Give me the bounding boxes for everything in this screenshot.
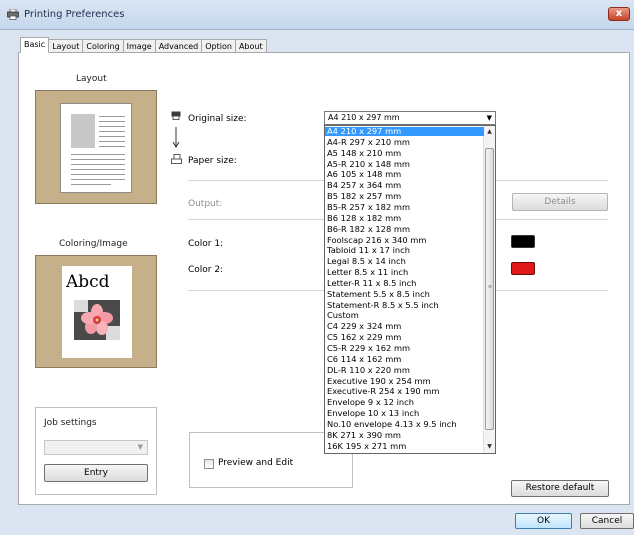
color-sample-card: Abcd	[62, 266, 132, 358]
color2-swatch[interactable]	[511, 262, 535, 275]
job-settings-label: Job settings	[44, 418, 97, 428]
dropdown-scrollbar[interactable]: ▲ ≡ ▼	[483, 126, 495, 453]
coloring-image-heading: Coloring/Image	[59, 239, 128, 249]
paper-size-label: Paper size:	[188, 156, 237, 166]
dropdown-option[interactable]: C4 229 x 324 mm	[325, 322, 484, 331]
dropdown-option[interactable]: Statement-R 8.5 x 5.5 inch	[325, 301, 484, 310]
dropdown-option[interactable]: Executive-R 254 x 190 mm	[325, 387, 484, 396]
scroll-up-icon[interactable]: ▲	[484, 126, 495, 138]
dropdown-option[interactable]: Tabloid 11 x 17 inch	[325, 246, 484, 255]
chevron-down-icon: ▼	[486, 114, 492, 122]
preview-edit-checkbox[interactable]	[204, 459, 214, 469]
dropdown-option[interactable]: Custom	[325, 311, 484, 320]
tab-bar: Basic Layout Coloring Image Advanced Opt…	[20, 37, 267, 53]
dropdown-option[interactable]: Foolscap 216 x 340 mm	[325, 236, 484, 245]
dropdown-option[interactable]: Letter-R 11 x 8.5 inch	[325, 279, 484, 288]
dropdown-option[interactable]: B5-R 257 x 182 mm	[325, 203, 484, 212]
output-label: Output:	[188, 199, 223, 209]
dropdown-option[interactable]: B4 257 x 364 mm	[325, 181, 484, 190]
ok-button[interactable]: OK	[515, 513, 572, 529]
color1-label: Color 1:	[188, 239, 224, 249]
dropdown-option[interactable]: 16K 195 x 271 mm	[325, 442, 484, 451]
page-thumbnail	[60, 103, 132, 193]
dropdown-option[interactable]: Executive 190 x 254 mm	[325, 377, 484, 386]
dropdown-option[interactable]: B6-R 182 x 128 mm	[325, 225, 484, 234]
dropdown-option[interactable]: A4 210 x 297 mm	[325, 127, 484, 136]
dropdown-option[interactable]: C5 162 x 229 mm	[325, 333, 484, 342]
tab-about[interactable]: About	[235, 39, 267, 53]
dropdown-option[interactable]: Envelope 10 x 13 inch	[325, 409, 484, 418]
dropdown-option[interactable]: C6 114 x 162 mm	[325, 355, 484, 364]
scrollbar-thumb[interactable]: ≡	[485, 148, 494, 430]
job-settings-group: Job settings ▼ Entry	[35, 407, 157, 495]
layout-preview	[35, 90, 157, 204]
tab-basic[interactable]: Basic	[20, 37, 50, 53]
sample-text: Abcd	[66, 272, 110, 292]
dropdown-option[interactable]: A6 105 x 148 mm	[325, 170, 484, 179]
tab-option[interactable]: Option	[202, 39, 236, 53]
chevron-down-icon: ▼	[137, 443, 143, 451]
dropdown-option[interactable]: Letter 8.5 x 11 inch	[325, 268, 484, 277]
restore-default-button[interactable]: Restore default	[511, 480, 609, 497]
close-button[interactable]: x	[608, 7, 630, 21]
tab-coloring[interactable]: Coloring	[83, 39, 124, 53]
original-size-label: Original size:	[188, 114, 247, 124]
flower-image-icon	[74, 300, 120, 340]
preview-edit-label: Preview and Edit	[218, 458, 294, 468]
dropdown-option[interactable]: Legal 8.5 x 14 inch	[325, 257, 484, 266]
tab-image[interactable]: Image	[123, 39, 156, 53]
layout-heading: Layout	[76, 74, 107, 84]
arrow-down-icon	[172, 127, 180, 148]
dropdown-option[interactable]: B6 128 x 182 mm	[325, 214, 484, 223]
original-size-dropdown-list[interactable]: ▲ ≡ ▼ A4 210 x 297 mm A4-R 297 x 210 mm A5…	[324, 125, 496, 454]
printer-icon	[7, 9, 19, 20]
title-bar: Printing Preferences x	[0, 0, 634, 30]
tab-advanced[interactable]: Advanced	[155, 39, 203, 53]
dropdown-option[interactable]: A5 148 x 210 mm	[325, 149, 484, 158]
tab-layout[interactable]: Layout	[49, 39, 84, 53]
paper-tray-icon	[171, 154, 182, 164]
entry-button[interactable]: Entry	[44, 464, 148, 482]
coloring-preview: Abcd	[35, 255, 157, 368]
details-button[interactable]: Details	[512, 193, 608, 211]
color2-label: Color 2:	[188, 265, 224, 275]
window-title: Printing Preferences	[24, 9, 125, 20]
dropdown-option[interactable]: B5 182 x 257 mm	[325, 192, 484, 201]
dropdown-option[interactable]: 8K 271 x 390 mm	[325, 431, 484, 440]
printer-icon	[171, 111, 181, 120]
cancel-button[interactable]: Cancel	[580, 513, 634, 529]
dropdown-option[interactable]: No.10 envelope 4.13 x 9.5 inch	[325, 420, 484, 429]
dropdown-option[interactable]: A5-R 210 x 148 mm	[325, 160, 484, 169]
dropdown-option[interactable]: Statement 5.5 x 8.5 inch	[325, 290, 484, 299]
dropdown-option[interactable]: C5-R 229 x 162 mm	[325, 344, 484, 353]
dropdown-option[interactable]: DL-R 110 x 220 mm	[325, 366, 484, 375]
color1-swatch[interactable]	[511, 235, 535, 248]
dropdown-option[interactable]: A4-R 297 x 210 mm	[325, 138, 484, 147]
image-placeholder	[71, 114, 95, 148]
dropdown-option[interactable]: Envelope 9 x 12 inch	[325, 398, 484, 407]
job-settings-combo: ▼	[44, 440, 148, 455]
original-size-select[interactable]: A4 210 x 297 mm ▼	[324, 111, 496, 125]
scroll-down-icon[interactable]: ▼	[484, 441, 495, 453]
original-size-value: A4 210 x 297 mm	[328, 113, 400, 122]
